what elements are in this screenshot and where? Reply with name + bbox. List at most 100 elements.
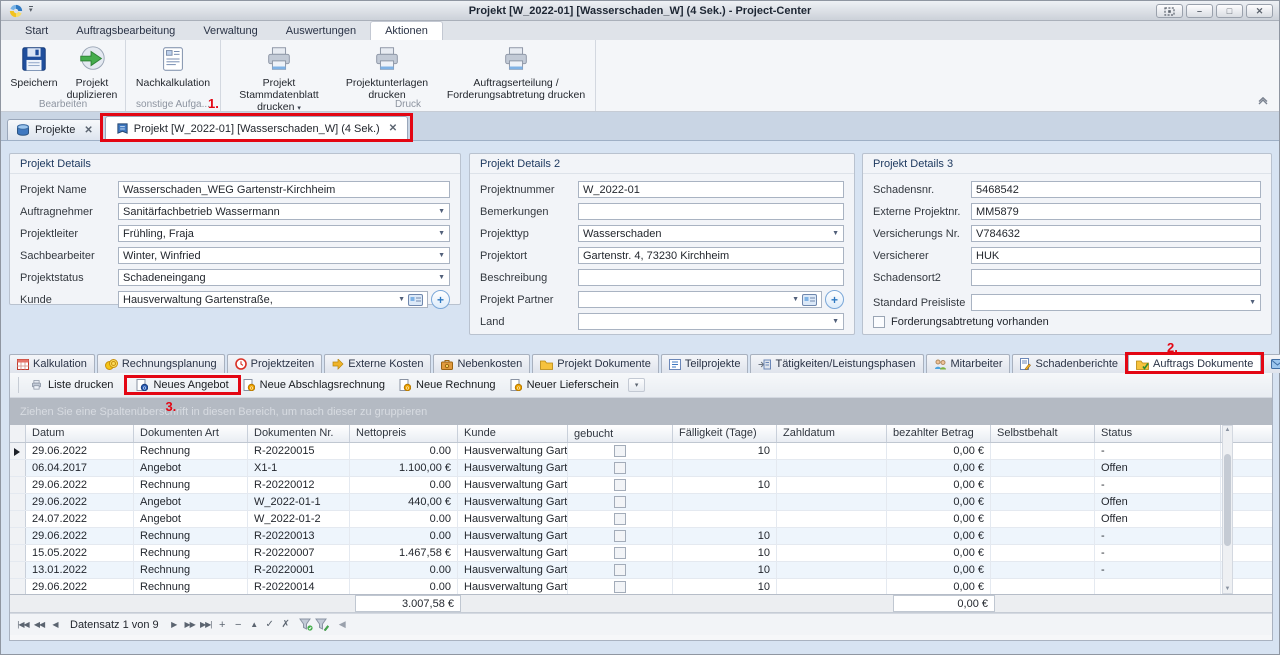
- tab-taetigkeiten[interactable]: Tätigkeiten/Leistungsphasen: [750, 354, 923, 373]
- gebucht-checkbox[interactable]: [614, 547, 626, 559]
- tab-aktivitaeten[interactable]: Aktivitäten: [1263, 354, 1280, 373]
- schadensort2-input[interactable]: [971, 269, 1261, 286]
- table-row[interactable]: 06.04.2017 Angebot X1-1 1.100,00 € Hausv…: [10, 460, 1272, 477]
- table-row[interactable]: 13.01.2022 Rechnung R-20220001 0.00 Haus…: [10, 562, 1272, 579]
- versicherungs-nr-input[interactable]: V784632: [971, 225, 1261, 242]
- land-select[interactable]: ▼: [578, 313, 844, 330]
- auftragnehmer-select[interactable]: Sanitärfachbetrieb Wassermann▼: [118, 203, 450, 220]
- nav-first-button[interactable]: |◀◀: [16, 620, 30, 629]
- projekt-duplizieren-button[interactable]: Projekt duplizieren: [63, 42, 121, 103]
- header-selbstbehalt[interactable]: Selbstbehalt: [991, 425, 1095, 442]
- scroll-down-icon[interactable]: ▼: [1223, 586, 1232, 592]
- fullscreen-button[interactable]: [1156, 4, 1183, 18]
- projekt-partner-select[interactable]: ▼: [578, 291, 822, 308]
- ribbon-tab-auswertungen[interactable]: Auswertungen: [272, 22, 370, 40]
- ribbon-collapse-button[interactable]: [1257, 96, 1269, 108]
- schadensnr-input[interactable]: 5468542: [971, 181, 1261, 198]
- table-row[interactable]: 29.06.2022 Angebot W_2022-01-1 440,00 € …: [10, 494, 1272, 511]
- neuer-lieferschein-button[interactable]: o Neuer Lieferschein: [503, 377, 626, 393]
- table-row[interactable]: 29.06.2022 Rechnung R-20220012 0.00 Haus…: [10, 477, 1272, 494]
- tab-rechnungsplanung[interactable]: Rechnungsplanung: [97, 354, 225, 373]
- projektort-input[interactable]: Gartenstr. 4, 73230 Kirchheim: [578, 247, 844, 264]
- bemerkungen-input[interactable]: [578, 203, 844, 220]
- tab-schadenberichte[interactable]: Schadenberichte: [1012, 354, 1126, 373]
- header-kunde[interactable]: Kunde: [458, 425, 568, 442]
- header-bezahlter-betrag[interactable]: bezahlter Betrag: [887, 425, 991, 442]
- nav-prev-button[interactable]: ◀: [48, 620, 62, 629]
- table-row[interactable]: 29.06.2022 Rechnung R-20220015 0.00 Haus…: [10, 443, 1272, 460]
- contact-card-icon[interactable]: [408, 294, 423, 306]
- neue-abschlagsrechnung-button[interactable]: o Neue Abschlagsrechnung: [236, 377, 392, 393]
- tab-auftrags-dokumente[interactable]: Auftrags Dokumente 2.: [1128, 354, 1261, 373]
- nav-scroll-left-icon[interactable]: ◀: [335, 619, 349, 630]
- header-datum[interactable]: Datum: [26, 425, 134, 442]
- nav-append-button[interactable]: +: [215, 619, 229, 631]
- filter-icon[interactable]: [299, 618, 313, 631]
- nav-edit-button[interactable]: ▲: [247, 620, 261, 629]
- header-status[interactable]: Status: [1095, 425, 1221, 442]
- sachbearbeiter-select[interactable]: Winter, Winfried▼: [118, 247, 450, 264]
- nav-next-button[interactable]: ▶: [167, 620, 181, 629]
- nav-last-button[interactable]: ▶▶|: [199, 620, 213, 629]
- tab-mitarbeiter[interactable]: Mitarbeiter: [926, 354, 1011, 373]
- tab-close-icon[interactable]: ✕: [389, 123, 397, 134]
- add-partner-button[interactable]: +: [825, 290, 844, 309]
- ribbon-tab-aktionen[interactable]: Aktionen: [370, 21, 443, 40]
- neues-angebot-button[interactable]: o Neues Angebot 3.: [129, 377, 235, 393]
- liste-drucken-button[interactable]: Liste drucken: [23, 377, 120, 393]
- maximize-button[interactable]: □: [1216, 4, 1243, 18]
- header-nettopreis[interactable]: Nettopreis: [350, 425, 458, 442]
- auftragserteilung-drucken-button[interactable]: Auftragserteilung / Forderungsabtretung …: [441, 42, 591, 103]
- nav-endedit-button[interactable]: ✓: [263, 619, 277, 630]
- tab-externe-kosten[interactable]: Externe Kosten: [324, 354, 431, 373]
- header-gebucht[interactable]: gebucht: [568, 425, 673, 442]
- tab-close-icon[interactable]: ✕: [84, 125, 92, 136]
- versicherer-input[interactable]: HUK: [971, 247, 1261, 264]
- vertical-scrollbar[interactable]: ▲ ▼: [1222, 425, 1233, 594]
- projektleiter-select[interactable]: Frühling, Fraja▼: [118, 225, 450, 242]
- externe-projektnr-input[interactable]: MM5879: [971, 203, 1261, 220]
- projektunterlagen-drucken-button[interactable]: Projektunterlagen drucken: [333, 42, 441, 103]
- gebucht-checkbox[interactable]: [614, 479, 626, 491]
- tab-nebenkosten[interactable]: Nebenkosten: [433, 354, 530, 373]
- projekttyp-select[interactable]: Wasserschaden▼: [578, 225, 844, 242]
- nav-next-page-button[interactable]: ▶▶: [183, 620, 197, 629]
- beschreibung-input[interactable]: [578, 269, 844, 286]
- header-faelligkeit[interactable]: Fälligkeit (Tage): [673, 425, 777, 442]
- tab-teilprojekte[interactable]: Teilprojekte: [661, 354, 749, 373]
- gebucht-checkbox[interactable]: [614, 564, 626, 576]
- minimize-button[interactable]: –: [1186, 4, 1213, 18]
- projekt-name-input[interactable]: Wasserschaden_WEG Gartenstr-Kirchheim: [118, 181, 450, 198]
- table-row[interactable]: 24.07.2022 Angebot W_2022-01-2 0.00 Haus…: [10, 511, 1272, 528]
- ribbon-tab-verwaltung[interactable]: Verwaltung: [189, 22, 271, 40]
- table-row[interactable]: 29.06.2022 Rechnung R-20220013 0.00 Haus…: [10, 528, 1272, 545]
- gebucht-checkbox[interactable]: [614, 581, 626, 593]
- gebucht-checkbox[interactable]: [614, 496, 626, 508]
- scrollbar-thumb[interactable]: [1224, 454, 1231, 546]
- nachkalkulation-button[interactable]: Nachkalkulation: [130, 42, 216, 91]
- gebucht-checkbox[interactable]: [614, 445, 626, 457]
- projektstatus-select[interactable]: Schadeneingang▼: [118, 269, 450, 286]
- tab-projekt-dokumente[interactable]: Projekt Dokumente: [532, 354, 659, 373]
- scroll-up-icon[interactable]: ▲: [1223, 427, 1232, 433]
- ribbon-tab-auftragsbearbeitung[interactable]: Auftragsbearbeitung: [62, 22, 189, 40]
- gebucht-checkbox[interactable]: [614, 513, 626, 525]
- neue-rechnung-button[interactable]: o Neue Rechnung: [392, 377, 503, 393]
- speichern-button[interactable]: Speichern: [5, 42, 63, 91]
- standard-preisliste-select[interactable]: ▼: [971, 294, 1261, 311]
- header-dokumenten-nr[interactable]: Dokumenten Nr.: [248, 425, 350, 442]
- table-row[interactable]: 15.05.2022 Rechnung R-20220007 1.467,58 …: [10, 545, 1272, 562]
- group-by-panel[interactable]: Ziehen Sie eine Spaltenüberschrift in di…: [10, 398, 1272, 425]
- nav-prev-page-button[interactable]: ◀◀: [32, 620, 46, 629]
- nav-delete-button[interactable]: −: [231, 619, 245, 631]
- tab-projekt-active[interactable]: Projekt [W_2022-01] [Wasserschaden_W] (4…: [105, 116, 408, 140]
- tab-kalkulation[interactable]: Kalkulation: [9, 354, 95, 373]
- table-row[interactable]: 29.06.2022 Rechnung R-20220014 0.00 Haus…: [10, 579, 1272, 594]
- gebucht-checkbox[interactable]: [614, 530, 626, 542]
- kunde-select[interactable]: Hausverwaltung Gartenstraße,▼: [118, 291, 428, 308]
- header-dokumenten-art[interactable]: Dokumenten Art: [134, 425, 248, 442]
- nav-cancel-button[interactable]: ✗: [279, 619, 293, 630]
- contact-card-icon[interactable]: [802, 294, 817, 306]
- gebucht-checkbox[interactable]: [614, 462, 626, 474]
- ribbon-tab-start[interactable]: Start: [11, 22, 62, 40]
